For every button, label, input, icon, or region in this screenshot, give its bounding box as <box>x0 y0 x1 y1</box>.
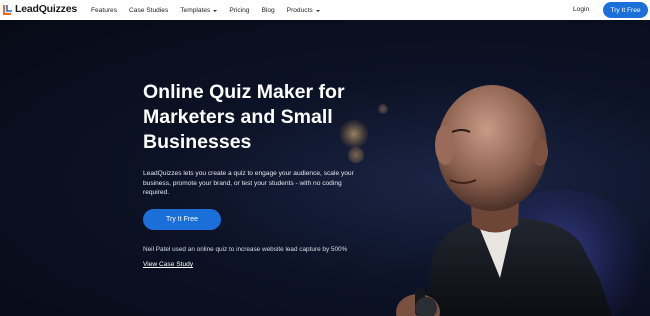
social-proof-text: Neil Patel used an online quiz to increa… <box>143 246 348 253</box>
nav-item-label: Products <box>286 6 313 14</box>
nav-item-blog[interactable]: Blog <box>261 7 274 14</box>
hero-subtext: LeadQuizzes lets you create a quiz to en… <box>143 170 354 197</box>
nav-item-label: Features <box>91 6 118 14</box>
nav-item-label: Templates <box>180 6 211 14</box>
caret-down-icon <box>315 9 320 12</box>
try-it-free-nav-button[interactable]: Try It Free <box>603 2 648 18</box>
logo-text: LeadQuizzes <box>15 3 77 15</box>
logo[interactable]: LeadQuizzes <box>3 3 77 15</box>
nav-item-features[interactable]: Features <box>91 7 117 14</box>
hero-section: Online Quiz Maker for Marketers and Smal… <box>0 20 650 316</box>
nav-item-label: Case Studies <box>129 6 169 14</box>
speaker-photo <box>396 85 612 316</box>
nav-item-case-studies[interactable]: Case Studies <box>129 7 168 14</box>
nav-item-products[interactable]: Products <box>287 7 320 14</box>
top-navbar: LeadQuizzes Features Case Studies Templa… <box>0 0 650 20</box>
nav-item-label: Pricing <box>229 6 250 14</box>
nav-item-pricing[interactable]: Pricing <box>229 7 249 14</box>
hero-headline: Online Quiz Maker for Marketers and Smal… <box>143 81 345 153</box>
try-it-free-hero-button[interactable]: Try It Free <box>143 209 221 230</box>
nav-links: Features Case Studies Templates Pricing … <box>91 0 332 20</box>
caret-down-icon <box>213 9 218 12</box>
nav-item-templates[interactable]: Templates <box>180 6 218 14</box>
leadquizzes-logo-icon <box>3 4 12 15</box>
view-case-study-link[interactable]: View Case Study <box>143 261 193 268</box>
nav-item-label: Blog <box>261 6 275 14</box>
login-link[interactable]: Login <box>573 6 589 13</box>
